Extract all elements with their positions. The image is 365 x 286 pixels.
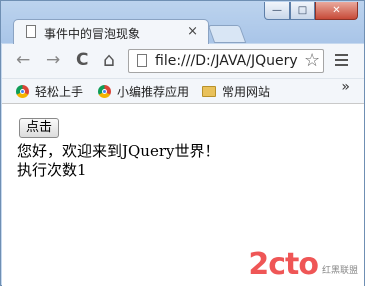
minimize-button[interactable]: — bbox=[264, 2, 290, 20]
more-bookmarks-icon[interactable]: » bbox=[341, 79, 350, 95]
page-content: 点击 您好，欢迎来到JQuery世界！ 执行次数1 2cto 红黑联盟 bbox=[2, 104, 364, 286]
browser-tab[interactable]: 事件中的冒泡现象 × bbox=[13, 19, 209, 45]
page-icon bbox=[137, 54, 147, 67]
forward-icon[interactable]: → bbox=[46, 52, 60, 69]
home-icon[interactable]: ⌂ bbox=[103, 51, 115, 70]
watermark-tag: 红黑联盟 bbox=[321, 266, 358, 276]
bookmark-label: 小编推荐应用 bbox=[117, 85, 190, 99]
reload-icon[interactable]: C bbox=[76, 52, 88, 69]
title-bar: — □ ✕ 事件中的冒泡现象 × bbox=[1, 1, 364, 45]
browser-window: — □ ✕ 事件中的冒泡现象 × ← → C ⌂ file:///D:/JAVA… bbox=[0, 0, 365, 286]
bookmark-item[interactable]: 小编推荐应用 bbox=[98, 83, 189, 100]
page-icon bbox=[26, 25, 36, 38]
menu-icon[interactable] bbox=[335, 54, 348, 69]
url-text: file:///D:/JAVA/JQuery bbox=[155, 53, 298, 69]
bookmarks-bar: 轻松上手 小编推荐应用 常用网站 » bbox=[2, 79, 364, 104]
maximize-button[interactable]: □ bbox=[290, 2, 315, 20]
bookmark-star-icon[interactable]: ☆ bbox=[304, 50, 320, 71]
window-controls: — □ ✕ bbox=[264, 2, 358, 20]
new-tab-button[interactable] bbox=[207, 25, 247, 43]
bookmark-label: 轻松上手 bbox=[35, 85, 84, 99]
watermark-logo: 2cto bbox=[248, 247, 319, 282]
tab-close-icon[interactable]: × bbox=[187, 24, 198, 39]
greeting-text: 您好，欢迎来到JQuery世界！ bbox=[17, 142, 220, 160]
watermark: 2cto 红黑联盟 bbox=[248, 250, 358, 280]
address-bar[interactable]: file:///D:/JAVA/JQuery bbox=[128, 49, 324, 73]
browser-toolbar: ← → C ⌂ file:///D:/JAVA/JQuery ☆ bbox=[2, 44, 364, 79]
folder-icon bbox=[202, 86, 216, 97]
tab-title: 事件中的冒泡现象 bbox=[44, 27, 141, 41]
chrome-icon bbox=[16, 85, 29, 98]
close-window-button[interactable]: ✕ bbox=[315, 2, 358, 20]
count-text: 执行次数1 bbox=[17, 161, 87, 179]
bookmark-label: 常用网站 bbox=[222, 85, 271, 99]
bookmark-item[interactable]: 轻松上手 bbox=[16, 83, 83, 100]
back-icon[interactable]: ← bbox=[16, 52, 30, 69]
click-button[interactable]: 点击 bbox=[19, 118, 60, 138]
bookmark-folder[interactable]: 常用网站 bbox=[202, 83, 270, 100]
chrome-icon bbox=[98, 85, 111, 98]
